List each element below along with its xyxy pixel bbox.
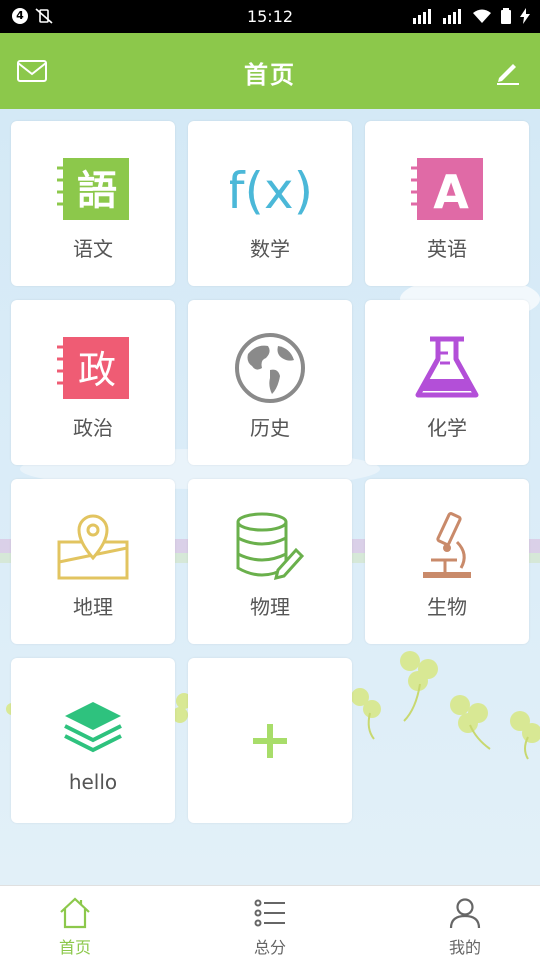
status-right (412, 8, 530, 24)
tab-label: 首页 (58, 938, 91, 957)
function-fx-icon: f(x) (230, 162, 310, 220)
status-bar: 4 15:12 (0, 0, 540, 33)
charging-icon (520, 8, 530, 24)
battery-icon (501, 8, 511, 24)
tile-hello[interactable]: hello (11, 658, 175, 823)
flask-icon (415, 336, 479, 398)
tile-politics[interactable]: 政 政治 (11, 300, 175, 465)
subject-label: 生物 (427, 595, 467, 619)
bottom-tab-bar: 首页 总分 我的 (0, 885, 540, 960)
tab-total-score[interactable]: 总分 (180, 886, 360, 960)
tile-chinese[interactable]: 語 语文 (11, 121, 175, 286)
add-subject-tile[interactable] (188, 658, 352, 823)
politics-glyph: 政 (78, 348, 116, 392)
wifi-icon (473, 9, 491, 23)
chinese-book-icon: 語 (57, 158, 129, 220)
layers-icon (64, 702, 122, 753)
content-area: 語 语文 f(x) 数学 A 英语 政 政治 历史 化学 地理 物理 生物 he… (0, 109, 540, 885)
tile-physics[interactable]: 物理 (188, 479, 352, 644)
math-glyph: f(x) (230, 162, 310, 220)
subject-label: 政治 (73, 416, 113, 440)
plus-icon (253, 724, 287, 758)
english-book-icon: A (411, 158, 483, 220)
microscope-icon (423, 512, 471, 578)
tile-math[interactable]: f(x) 数学 (188, 121, 352, 286)
edit-button[interactable] (494, 57, 522, 85)
tab-label: 我的 (448, 938, 481, 957)
subject-label: 语文 (73, 237, 113, 261)
globe-icon (235, 333, 305, 403)
tab-mine[interactable]: 我的 (375, 886, 540, 960)
subject-label: 数学 (250, 237, 290, 261)
chinese-glyph: 語 (77, 168, 117, 214)
map-pin-icon (57, 514, 129, 580)
subject-label: 英语 (427, 237, 467, 261)
page-title: 首页 (244, 61, 296, 89)
subject-label: 化学 (427, 416, 467, 440)
subject-label: 地理 (73, 595, 113, 619)
signal-2-icon (443, 9, 461, 24)
tile-biology[interactable]: 生物 (365, 479, 529, 644)
database-edit-icon (236, 512, 305, 581)
subject-label: hello (68, 770, 118, 794)
tab-home[interactable]: 首页 (0, 886, 165, 960)
tab-label: 总分 (253, 938, 286, 957)
tile-history[interactable]: 历史 (188, 300, 352, 465)
signal-icon (413, 9, 431, 24)
english-glyph: A (433, 165, 469, 219)
politics-book-icon: 政 (57, 337, 129, 399)
pencil-icon (497, 64, 519, 85)
tile-chemistry[interactable]: 化学 (365, 300, 529, 465)
tile-english[interactable]: A 英语 (365, 121, 529, 286)
user-icon (449, 898, 481, 929)
subject-label: 物理 (250, 595, 290, 619)
subject-label: 历史 (250, 416, 290, 440)
tile-geography[interactable]: 地理 (11, 479, 175, 644)
list-icon (254, 899, 285, 927)
app-bar: 首页 (0, 33, 540, 109)
home-icon (60, 897, 90, 929)
